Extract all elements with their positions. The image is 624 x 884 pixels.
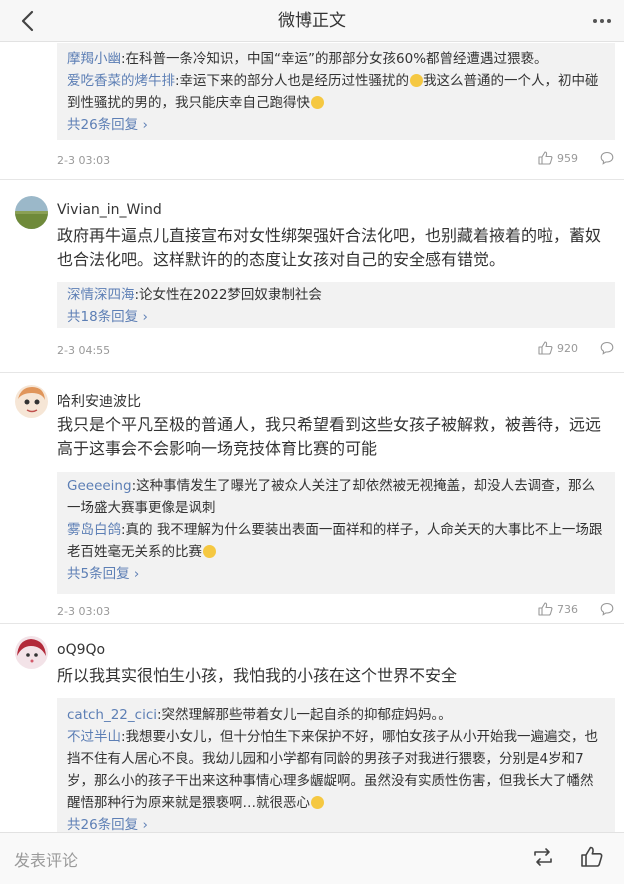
reply-item: 深情深四海:论女性在2022梦回奴隶制社会 — [67, 284, 605, 306]
reply-box[interactable]: catch_22_cici:突然理解那些带着女儿一起自杀的抑郁症妈妈。。 不过半… — [57, 698, 615, 832]
comment-meta: 2-3 03:03 736 — [57, 602, 614, 622]
more-button[interactable] — [588, 8, 616, 34]
avatar-image — [15, 636, 48, 669]
comment-item: oQ9Qo 所以我其实很怕生小孩，我怕我的小孩在这个世界不安全 catch_22… — [0, 636, 624, 832]
like-post-button[interactable] — [580, 845, 604, 873]
comment-meta: 2-3 04:55 920 — [57, 341, 614, 361]
comment-text: 所以我其实很怕生小孩，我怕我的小孩在这个世界不安全 — [57, 666, 458, 685]
reply-author[interactable]: catch_22_cici — [67, 707, 157, 723]
reply-item: Geeeeing:这种事情发生了曝光了被众人关注了却依然被无视掩盖，却没人去调查… — [67, 475, 605, 519]
reply-author[interactable]: 摩羯小幽 — [67, 51, 121, 67]
more-dots-icon — [593, 19, 611, 23]
reply-text: :在科普一条冷知识，中国“幸运”的那部分女孩60%都曾经遭遇过猥亵。 — [121, 51, 548, 67]
reply-bubble-icon — [600, 341, 614, 355]
reply-text: :幸运下来的部分人也是经历过性骚扰的 — [175, 73, 410, 89]
avatar[interactable] — [15, 636, 48, 669]
reply-count-link[interactable]: 共18条回复 › — [67, 306, 148, 328]
reply-count-label: 共18条回复 — [67, 309, 139, 325]
reply-text: :论女性在2022梦回奴隶制社会 — [134, 287, 322, 303]
reply-author[interactable]: 深情深四海 — [67, 287, 135, 303]
reply-item: 摩羯小幽:在科普一条冷知识，中国“幸运”的那部分女孩60%都曾经遭遇过猥亵。 — [67, 48, 605, 70]
thumbs-up-icon — [538, 602, 553, 616]
reply-count-label: 共26条回复 — [67, 117, 139, 133]
comment-meta: 2-3 03:03 959 — [57, 151, 614, 171]
comment-item: 摩羯小幽:在科普一条冷知识，中国“幸运”的那部分女孩60%都曾经遭遇过猥亵。 爱… — [0, 43, 624, 179]
comment-text: 我只是个平凡至极的普通人，我只希望看到这些女孩子被解救，被善待，远远高于这事会不… — [57, 415, 602, 458]
reply-count-link[interactable]: 共26条回复 › — [67, 114, 148, 136]
divider — [0, 623, 624, 624]
reply-count-label: 共5条回复 — [67, 566, 130, 582]
username[interactable]: 哈利安迪波比 — [57, 391, 141, 411]
comment-time: 2-3 03:03 — [57, 605, 111, 618]
reply-text: :突然理解那些带着女儿一起自杀的抑郁症妈妈。。 — [157, 707, 452, 723]
comment-text: 政府再牛逼点儿直接宣布对女性绑架强奸合法化吧，也别藏着掖着的啦，蓄奴也合法化吧。… — [57, 226, 602, 269]
avatar-image — [15, 385, 48, 418]
like-count: 920 — [557, 341, 578, 355]
thumbs-up-icon — [538, 341, 553, 355]
repost-button[interactable] — [532, 846, 554, 872]
page-title: 微博正文 — [278, 11, 346, 31]
thumbs-up-icon — [538, 151, 553, 165]
comment-item: 哈利安迪波比 我只是个平凡至极的普通人，我只希望看到这些女孩子被解救，被善待，远… — [0, 385, 624, 625]
bottom-bar: 发表评论 — [0, 832, 624, 884]
reply-count-label: 共26条回复 — [67, 817, 139, 832]
reply-box[interactable]: 摩羯小幽:在科普一条冷知识，中国“幸运”的那部分女孩60%都曾经遭遇过猥亵。 爱… — [57, 43, 615, 140]
emoji-icon — [410, 74, 424, 87]
top-nav-bar: 微博正文 — [0, 0, 624, 42]
reply-text: :这种事情发生了曝光了被众人关注了却依然被无视掩盖，却没人去调查，那么一场盛大赛… — [67, 478, 596, 516]
divider — [0, 179, 624, 180]
reply-item: catch_22_cici:突然理解那些带着女儿一起自杀的抑郁症妈妈。。 — [67, 704, 605, 726]
reply-author[interactable]: Geeeeing — [67, 478, 132, 494]
reply-button[interactable] — [600, 602, 614, 619]
reply-item: 爱吃香菜的烤牛排:幸运下来的部分人也是经历过性骚扰的 我这么普通的一个人，初中碰到… — [67, 70, 605, 114]
like-count: 736 — [557, 602, 578, 616]
reply-author[interactable]: 不过半山 — [67, 729, 121, 745]
reply-button[interactable] — [600, 151, 614, 168]
like-button[interactable]: 736 — [538, 602, 578, 616]
avatar-image — [15, 196, 48, 229]
like-count: 959 — [557, 151, 578, 165]
like-button[interactable]: 959 — [538, 151, 578, 165]
divider — [0, 372, 624, 373]
reply-count-link[interactable]: 共26条回复 › — [67, 814, 148, 832]
reply-author[interactable]: 雾岛白鸽 — [67, 522, 121, 538]
reply-bubble-icon — [600, 602, 614, 616]
comment-time: 2-3 03:03 — [57, 154, 111, 167]
reply-count-link[interactable]: 共5条回复 › — [67, 563, 139, 585]
repost-icon — [534, 848, 552, 866]
comment-item: Vivian_in_Wind 政府再牛逼点儿直接宣布对女性绑架强奸合法化吧，也别… — [0, 196, 624, 381]
reply-author[interactable]: 爱吃香菜的烤牛排 — [67, 73, 175, 89]
like-button[interactable]: 920 — [538, 341, 578, 355]
avatar[interactable] — [15, 196, 48, 229]
reply-item: 不过半山:我想要小女儿，但十分怕生下来保护不好，哪怕女孩子从小开始我一遍遍交，也… — [67, 726, 605, 814]
reply-box[interactable]: Geeeeing:这种事情发生了曝光了被众人关注了却依然被无视掩盖，却没人去调查… — [57, 472, 615, 594]
reply-button[interactable] — [600, 341, 614, 358]
reply-item: 雾岛白鸽:真的 我不理解为什么要装出表面一面祥和的样子，人命关天的大事比不上一场… — [67, 519, 605, 563]
like-icon — [581, 846, 603, 867]
username[interactable]: Vivian_in_Wind — [57, 202, 162, 218]
comment-input[interactable]: 发表评论 — [14, 847, 78, 871]
reply-text: :我想要小女儿，但十分怕生下来保护不好，哪怕女孩子从小开始我一遍遍交，也挡不住有… — [67, 729, 599, 811]
avatar[interactable] — [15, 385, 48, 418]
reply-box[interactable]: 深情深四海:论女性在2022梦回奴隶制社会 共18条回复 › — [57, 282, 615, 328]
reply-text: :真的 我不理解为什么要装出表面一面祥和的样子，人命关天的大事比不上一场跟老百姓… — [67, 522, 603, 560]
emoji-icon — [203, 545, 216, 558]
comment-list: 摩羯小幽:在科普一条冷知识，中国“幸运”的那部分女孩60%都曾经遭遇过猥亵。 爱… — [0, 43, 624, 832]
emoji-icon — [311, 96, 324, 109]
username[interactable]: oQ9Qo — [57, 642, 105, 658]
comment-time: 2-3 04:55 — [57, 344, 111, 357]
emoji-icon — [311, 796, 324, 809]
reply-bubble-icon — [600, 151, 614, 165]
